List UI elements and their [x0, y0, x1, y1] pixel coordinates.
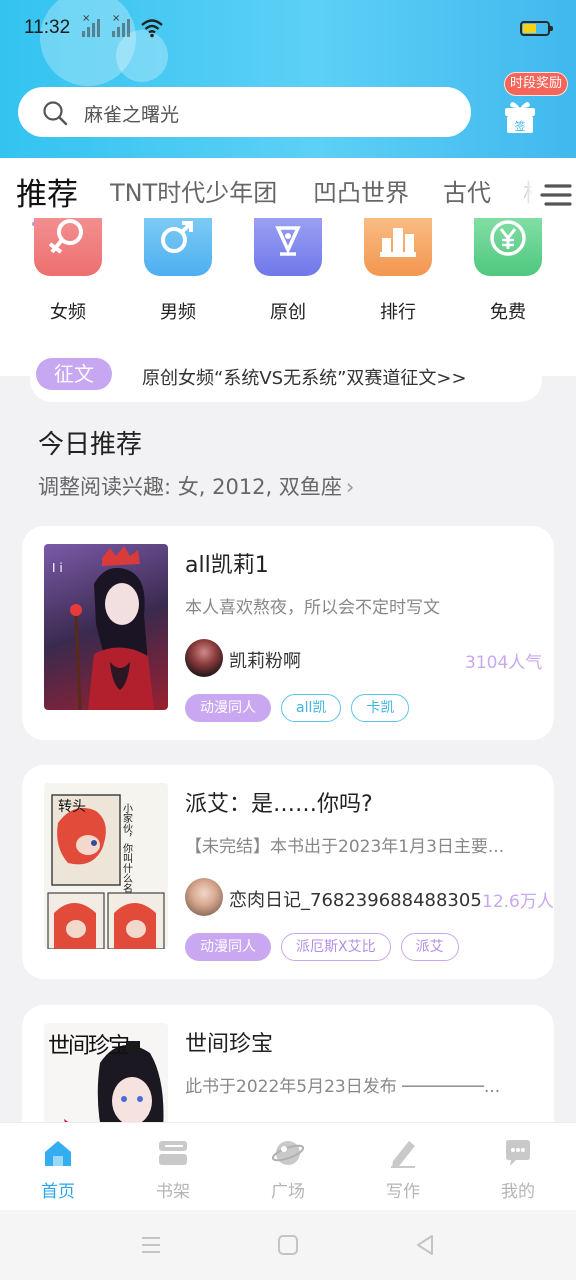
- category-label: 女频: [50, 302, 86, 323]
- message-icon: [506, 1140, 530, 1166]
- ranking-icon: [364, 218, 432, 276]
- book-card[interactable]: 转头 小家伙，你叫什么名字? 派艾：是……你吗? 【未完结】本书出于2023年1…: [22, 765, 554, 979]
- menu-icon[interactable]: [540, 180, 572, 210]
- tag-chip[interactable]: 卡凯: [351, 694, 410, 722]
- pen-nib-icon: [254, 218, 322, 276]
- reward-badge: 时段奖励: [504, 72, 569, 96]
- signal-icon: ×: [112, 13, 130, 37]
- book-cover: 转头 小家伙，你叫什么名字?: [44, 783, 168, 949]
- tag-chip[interactable]: 派厄斯X艾比: [281, 933, 391, 961]
- tag-list: 动漫同人 all凯 卡凯: [185, 694, 410, 722]
- status-time: 11:32: [24, 17, 71, 38]
- notice-text: 原创女频“系统VS无系统”双赛道征文>>: [142, 368, 467, 389]
- contest-notice[interactable]: 征文 原创女频“系统VS无系统”双赛道征文>>: [30, 358, 542, 402]
- search-bar[interactable]: 麻雀之曙光: [18, 87, 471, 137]
- nav-label: 我的: [501, 1182, 535, 1202]
- female-icon: [34, 218, 102, 276]
- nav-label: 首页: [41, 1182, 75, 1202]
- nav-square[interactable]: 广场: [248, 1123, 328, 1211]
- book-description: 【未完结】本书出于2023年1月3日主要...: [185, 837, 505, 857]
- home-button-icon[interactable]: [276, 1233, 300, 1257]
- tab-recommend[interactable]: 推荐: [16, 169, 78, 214]
- chevron-right-icon: ›: [345, 475, 355, 499]
- recent-apps-icon[interactable]: [139, 1233, 163, 1257]
- search-icon: [43, 101, 68, 126]
- gift-label: 签: [515, 119, 526, 133]
- popularity-count: 3104人气: [465, 653, 543, 673]
- cover-title-text: 世间珍宝: [48, 1034, 129, 1059]
- edit-icon: [391, 1141, 415, 1168]
- signal-icon: ×: [82, 13, 100, 37]
- nav-label: 广场: [271, 1182, 305, 1202]
- yen-icon: [474, 218, 542, 276]
- book-card[interactable]: I i all凯莉1 本人喜欢熬夜，所以会不定时写文 凯莉粉啊 3104人气 动…: [22, 526, 554, 740]
- battery-icon: [520, 21, 553, 36]
- tag-chip[interactable]: 动漫同人: [185, 933, 271, 961]
- app-header: 11:32 × × 麻雀之曙光 时段奖励 签: [0, 0, 576, 158]
- tab-aotu[interactable]: 凹凸世界: [313, 173, 409, 208]
- category-label: 免费: [490, 302, 526, 323]
- wifi-icon: [141, 19, 163, 38]
- bookshelf-icon: [159, 1141, 187, 1165]
- nav-label: 写作: [386, 1182, 420, 1202]
- male-icon: [144, 218, 212, 276]
- system-navigation-bar: [0, 1210, 576, 1280]
- battery-fill: [523, 24, 536, 33]
- section-title: 今日推荐: [38, 430, 143, 460]
- avatar[interactable]: [185, 878, 223, 916]
- interest-settings-link[interactable]: 调整阅读兴趣: 女, 2012, 双鱼座 ›: [38, 471, 354, 501]
- home-icon: [45, 1141, 71, 1166]
- author-name[interactable]: 凯莉粉啊: [229, 647, 301, 673]
- category-label: 排行: [380, 302, 416, 323]
- book-cover: I i: [44, 544, 168, 710]
- notice-tag: 征文: [36, 358, 112, 390]
- book-title: all凯莉1: [185, 553, 269, 578]
- bottom-navigation: 首页 书架 广场 写作 我的: [0, 1122, 576, 1210]
- tab-ancient[interactable]: 古代: [443, 173, 491, 208]
- channel-tabs: 推荐 TNT时代少年团 凹凸世界 古代 校: [0, 158, 576, 226]
- back-icon[interactable]: [413, 1233, 437, 1257]
- tag-chip[interactable]: all凯: [281, 694, 342, 722]
- tag-chip[interactable]: 派艾: [400, 933, 459, 961]
- book-description: 此书于2022年5月23日发布 ────────...: [185, 1077, 501, 1097]
- category-grid: 女频 男频 原创 排行 免费: [0, 218, 576, 376]
- tab-tnt[interactable]: TNT时代少年团: [110, 173, 277, 208]
- author-row: 恋肉日记_768239688488305 12.6万人气: [185, 878, 554, 918]
- nav-label: 书架: [156, 1182, 190, 1202]
- nav-mine[interactable]: 我的: [478, 1123, 558, 1211]
- tag-chip[interactable]: 动漫同人: [185, 694, 271, 722]
- nav-bookshelf[interactable]: 书架: [133, 1123, 213, 1211]
- svg-text:I i: I i: [52, 561, 63, 575]
- author-row: 凯莉粉啊 3104人气: [185, 639, 554, 679]
- time-reward-button[interactable]: 时段奖励 签: [500, 72, 570, 138]
- category-label: 原创: [270, 302, 306, 323]
- category-label: 男频: [160, 302, 196, 323]
- book-title: 派艾：是……你吗?: [185, 792, 373, 817]
- author-name[interactable]: 恋肉日记_768239688488305: [229, 886, 482, 912]
- tag-list: 动漫同人 派厄斯X艾比 派艾: [185, 933, 459, 961]
- book-title: 世间珍宝: [185, 1032, 274, 1057]
- popularity-count: 12.6万人气: [482, 892, 554, 912]
- cover-caption: 转头: [58, 799, 86, 815]
- status-bar: 11:32 × ×: [0, 0, 576, 58]
- gift-icon: 签: [505, 102, 535, 133]
- planet-icon: [272, 1141, 304, 1165]
- section-subtitle: 调整阅读兴趣: 女, 2012, 双鱼座: [38, 475, 342, 499]
- nav-write[interactable]: 写作: [363, 1123, 443, 1211]
- nav-home[interactable]: 首页: [18, 1123, 98, 1211]
- book-description: 本人喜欢熬夜，所以会不定时写文: [185, 598, 440, 618]
- avatar[interactable]: [185, 639, 223, 677]
- search-placeholder: 麻雀之曙光: [84, 104, 180, 126]
